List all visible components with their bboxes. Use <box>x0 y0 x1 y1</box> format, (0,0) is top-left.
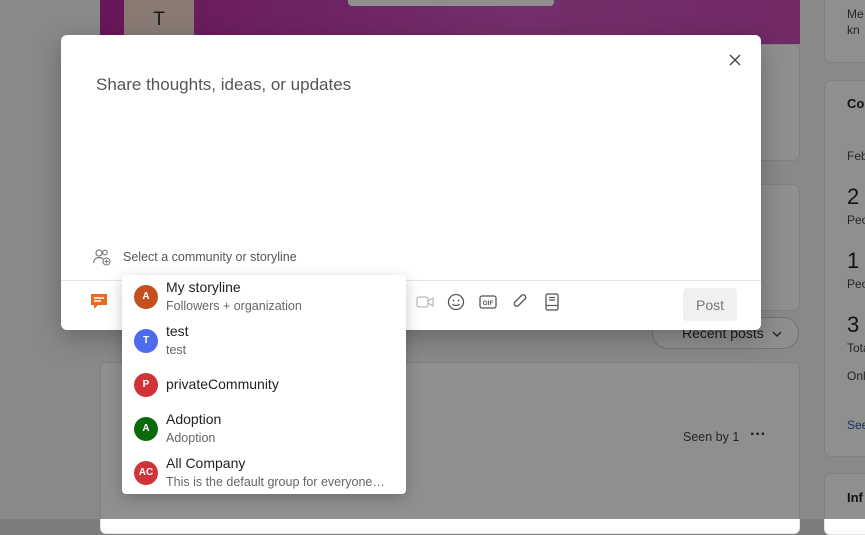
option-subtitle: Adoption <box>166 431 216 445</box>
option-title: Adoption <box>166 411 222 427</box>
option-title: My storyline <box>166 279 241 295</box>
option-title: privateCommunity <box>166 376 279 392</box>
option-subtitle: Followers + organization <box>166 299 302 313</box>
community-option-all-company[interactable]: AC All Company This is the default group… <box>122 451 406 494</box>
avatar: P <box>134 373 158 397</box>
video-icon[interactable] <box>415 292 435 312</box>
notebook-icon[interactable] <box>542 292 562 312</box>
community-selector-label: Select a community or storyline <box>123 250 297 264</box>
attach-icon[interactable] <box>510 292 530 312</box>
post-type-icon[interactable] <box>89 291 111 313</box>
community-option-my-storyline[interactable]: A My storyline Followers + organization <box>122 275 406 319</box>
option-title: test <box>166 323 189 339</box>
gif-icon[interactable]: GIF <box>478 292 498 312</box>
community-option-adoption[interactable]: A Adoption Adoption <box>122 407 406 451</box>
community-dropdown: A My storyline Followers + organization … <box>122 275 406 494</box>
people-add-icon <box>92 249 111 266</box>
avatar: AC <box>134 461 158 485</box>
option-subtitle: test <box>166 343 187 357</box>
emoji-icon[interactable] <box>446 292 466 312</box>
avatar: T <box>134 329 158 353</box>
avatar: A <box>134 417 158 441</box>
option-title: All Company <box>166 455 246 471</box>
community-option-test[interactable]: T test test <box>122 319 406 363</box>
option-subtitle: This is the default group for everyone i… <box>166 475 386 489</box>
close-icon[interactable] <box>726 51 744 69</box>
avatar: A <box>134 285 158 309</box>
post-text-input[interactable]: Share thoughts, ideas, or updates <box>96 75 351 95</box>
community-selector[interactable]: Select a community or storyline <box>92 247 297 267</box>
svg-text:GIF: GIF <box>483 300 494 307</box>
community-option-privatecommunity[interactable]: P privateCommunity <box>122 363 406 407</box>
post-button[interactable]: Post <box>683 288 737 321</box>
